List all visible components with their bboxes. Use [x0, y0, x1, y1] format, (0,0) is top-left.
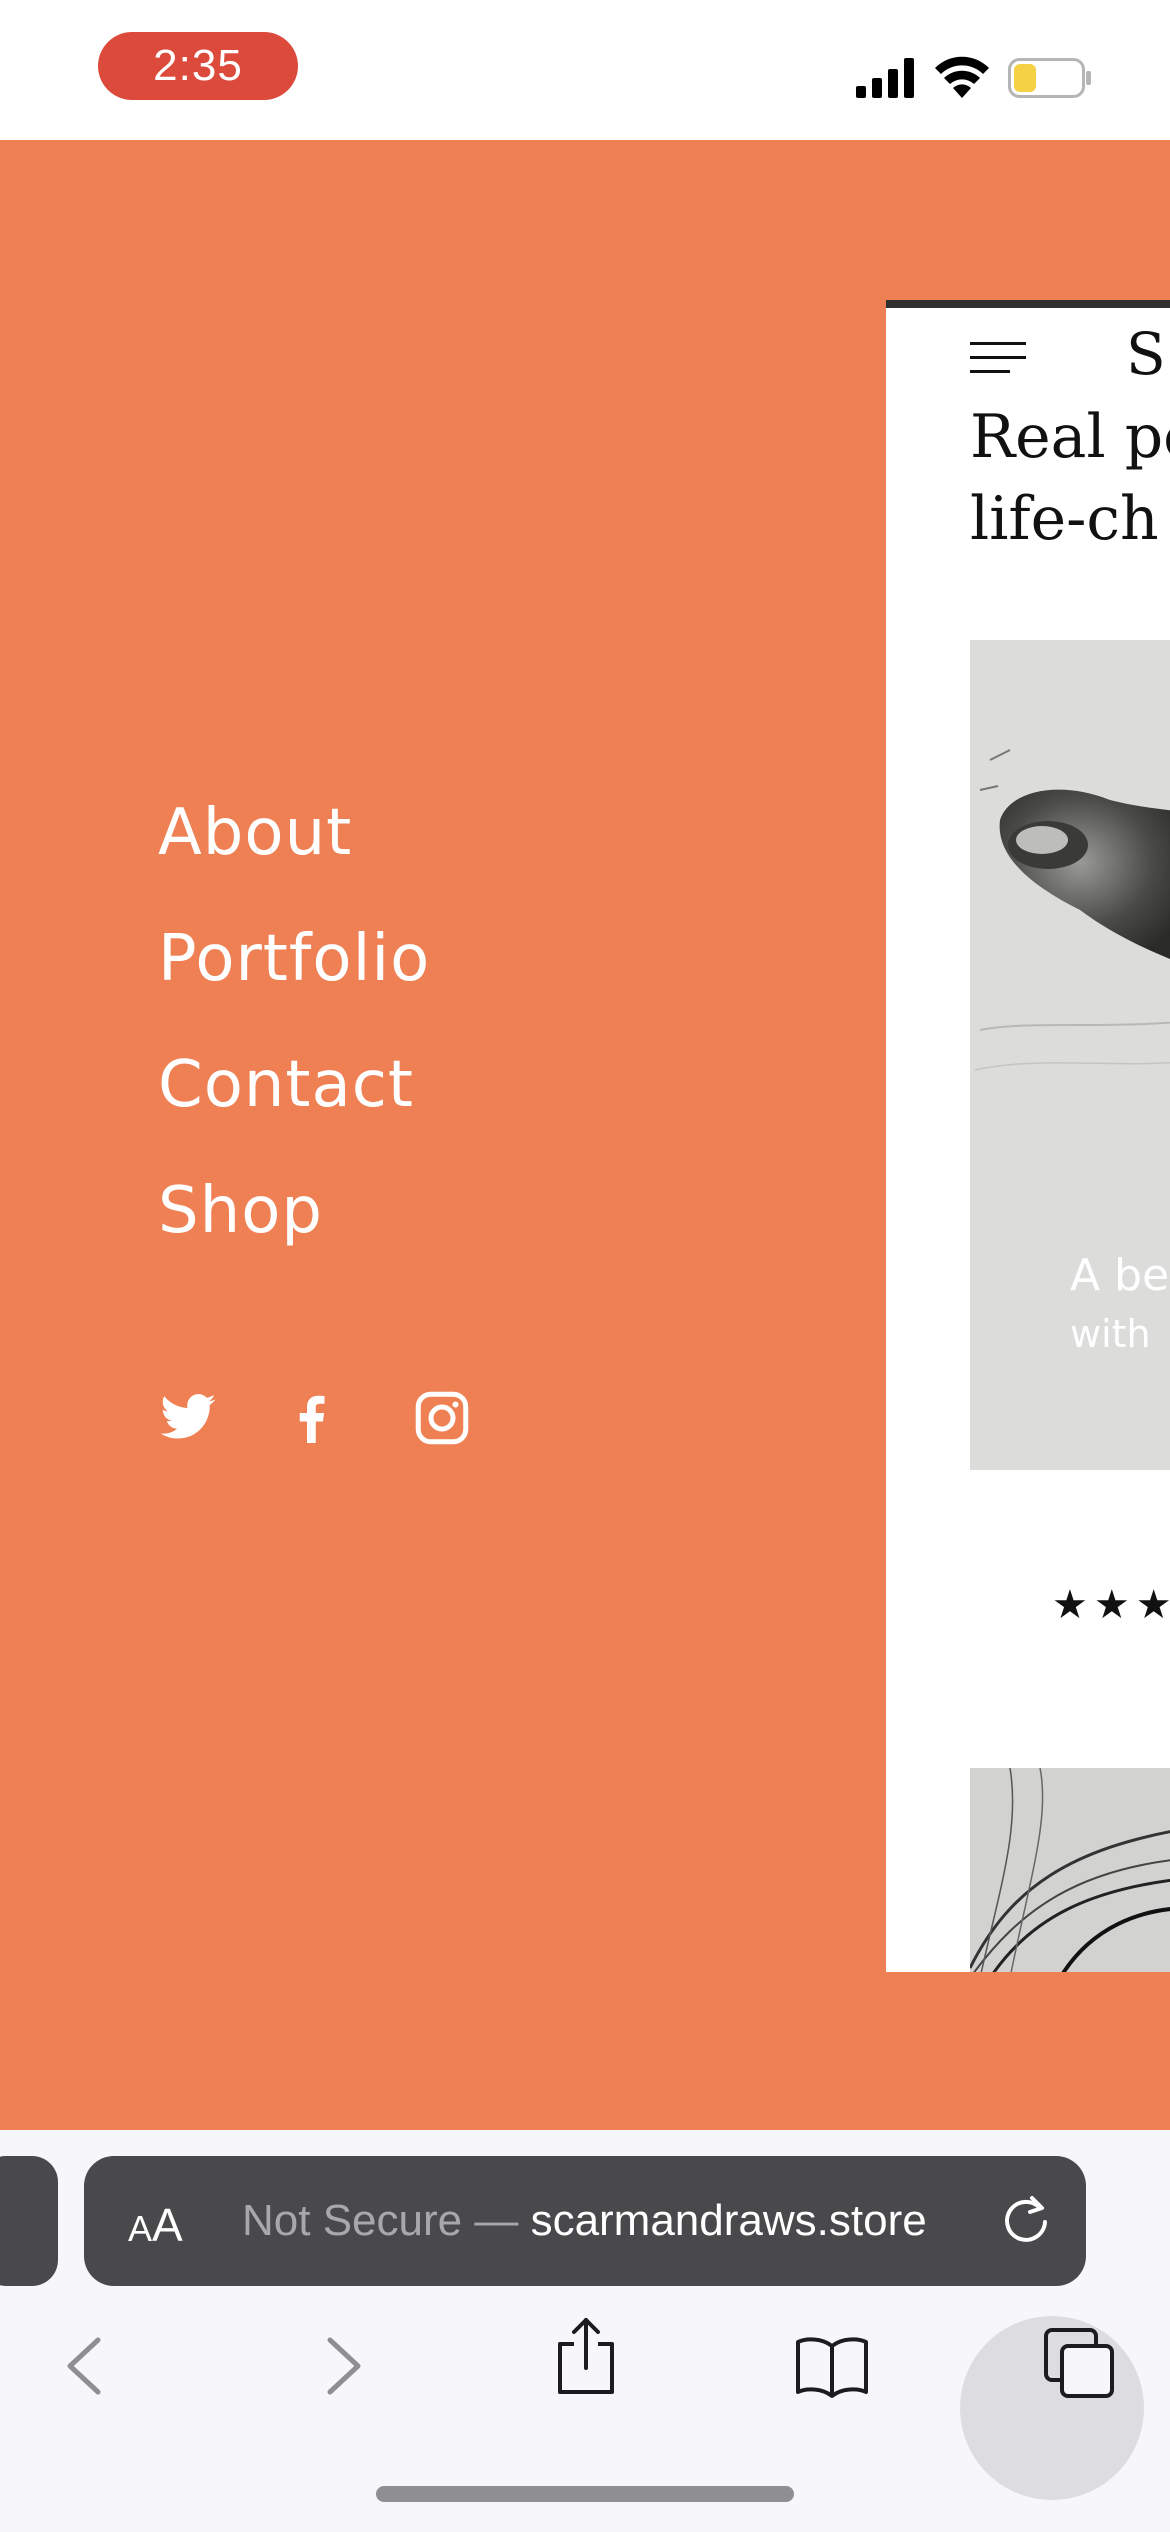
forward-icon[interactable]: [300, 2326, 380, 2406]
text-size-label-small: A: [128, 2208, 153, 2249]
hero-sketch-image: A be with: [970, 640, 1170, 1470]
preview-heading: Real pe life-ch: [970, 396, 1170, 560]
status-time[interactable]: 2:35: [98, 32, 298, 100]
battery-fill: [1014, 64, 1036, 92]
share-icon[interactable]: [546, 2316, 626, 2396]
fur-sketch: [970, 1768, 1170, 1972]
back-icon[interactable]: [48, 2326, 128, 2406]
status-bar: 2:35: [0, 0, 1170, 140]
battery-icon: [1008, 58, 1091, 98]
hero-caption-title: A be: [1070, 1250, 1170, 1301]
main-nav: About Portfolio Contact Shop: [158, 770, 430, 1274]
text-size-label-big: A: [152, 2199, 183, 2251]
preview-heading-line-2: life-ch: [970, 484, 1159, 554]
hamburger-menu-icon[interactable]: [970, 338, 1026, 378]
site-logo[interactable]: S: [1126, 320, 1166, 388]
cellular-signal-icon: [856, 58, 914, 98]
previous-tab-preview[interactable]: [0, 2156, 58, 2286]
nav-item-about[interactable]: About: [158, 770, 430, 896]
security-warning: Not Secure —: [242, 2196, 531, 2245]
hero-caption-subtitle: with: [1070, 1312, 1151, 1356]
bookmarks-icon[interactable]: [792, 2326, 872, 2406]
preview-heading-line-1: Real pe: [970, 402, 1170, 472]
second-sketch-image: [970, 1768, 1170, 1972]
reload-icon[interactable]: [996, 2190, 1056, 2250]
text-size-button[interactable]: AA: [128, 2156, 183, 2286]
nav-item-shop[interactable]: Shop: [158, 1148, 430, 1274]
facebook-icon[interactable]: [282, 1388, 342, 1448]
browser-toolbar: AA Not Secure — scarmandraws.store: [0, 2130, 1170, 2532]
home-indicator[interactable]: [376, 2486, 794, 2502]
preview-top-border: [886, 300, 1170, 308]
nav-item-contact[interactable]: Contact: [158, 1022, 430, 1148]
nav-item-portfolio[interactable]: Portfolio: [158, 896, 430, 1022]
rating-stars: ★★★: [1052, 1583, 1170, 1627]
instagram-icon[interactable]: [412, 1388, 472, 1448]
address-bar[interactable]: AA Not Secure — scarmandraws.store: [84, 2156, 1086, 2286]
twitter-icon[interactable]: [158, 1388, 218, 1448]
page-preview[interactable]: S Real pe life-ch: [886, 300, 1170, 1972]
url-domain: scarmandraws.store: [530, 2196, 927, 2245]
tabs-icon[interactable]: [1040, 2326, 1120, 2406]
side-menu-panel: About Portfolio Contact Shop S Real pe l…: [0, 140, 1170, 2130]
wifi-icon: [935, 56, 989, 98]
url-display[interactable]: Not Secure — scarmandraws.store: [242, 2156, 927, 2286]
